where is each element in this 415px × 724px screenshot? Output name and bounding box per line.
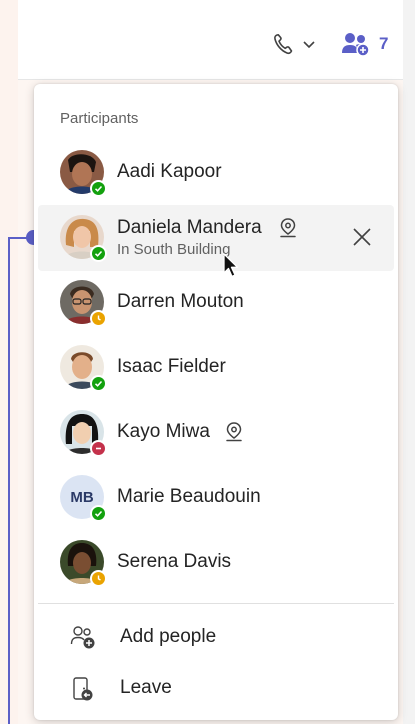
avatar	[60, 150, 107, 197]
panel-title: Participants	[60, 110, 139, 127]
participant-location: In South Building	[117, 241, 231, 258]
participant-count: 7	[379, 34, 389, 53]
location-pin-icon	[226, 422, 242, 442]
participant-name: Serena Davis	[117, 551, 232, 572]
location-pin-icon	[280, 218, 296, 238]
add-people-button[interactable]: Add people	[38, 614, 394, 660]
annotation-line	[8, 237, 10, 724]
participant-row[interactable]: Kayo Miwa	[38, 400, 394, 464]
people-add-icon	[342, 33, 370, 57]
leave-icon	[73, 677, 93, 701]
divider	[38, 603, 394, 604]
meeting-header: 7	[18, 0, 415, 80]
add-people-label: Add people	[120, 626, 217, 647]
close-icon	[353, 228, 371, 246]
participant-name: Isaac Fielder	[117, 356, 226, 377]
participant-row[interactable]: Aadi Kapoor	[38, 140, 394, 204]
status-available-icon	[90, 245, 107, 262]
avatar	[60, 215, 107, 262]
leave-label: Leave	[120, 677, 172, 698]
participant-row[interactable]: Isaac Fielder	[38, 335, 394, 399]
window-edge	[403, 0, 415, 724]
avatar	[60, 410, 107, 457]
participant-row[interactable]: Serena Davis	[38, 530, 394, 594]
status-available-icon	[90, 375, 107, 392]
add-people-icon	[70, 626, 95, 649]
participant-name: Darren Mouton	[117, 291, 244, 312]
participants-button[interactable]: 7	[341, 30, 399, 58]
mouse-cursor-icon	[223, 253, 239, 278]
participant-name: Marie Beaudouin	[117, 486, 261, 507]
participant-row[interactable]: Darren Mouton	[38, 270, 394, 334]
avatar	[60, 345, 107, 392]
avatar	[60, 280, 107, 327]
remove-participant-button[interactable]	[350, 225, 374, 249]
phone-icon	[274, 34, 293, 55]
status-away-icon	[90, 570, 107, 587]
participant-row-hovered[interactable]: Daniela Mandera In South Building	[38, 205, 394, 271]
participants-popup: Participants Aadi Kapoor Daniela Mandera…	[34, 84, 398, 720]
leave-button[interactable]: Leave	[38, 665, 394, 711]
status-busy-icon	[90, 440, 107, 457]
avatar: MB	[60, 475, 107, 522]
status-available-icon	[90, 505, 107, 522]
participant-name: Daniela Mandera	[117, 217, 262, 238]
avatar	[60, 540, 107, 587]
participant-name: Kayo Miwa	[117, 421, 210, 442]
call-button[interactable]	[272, 30, 324, 58]
status-away-icon	[90, 310, 107, 327]
participant-name: Aadi Kapoor	[117, 161, 222, 182]
chevron-down-icon	[303, 41, 315, 49]
participant-row[interactable]: MB Marie Beaudouin	[38, 465, 394, 529]
status-available-icon	[90, 180, 107, 197]
